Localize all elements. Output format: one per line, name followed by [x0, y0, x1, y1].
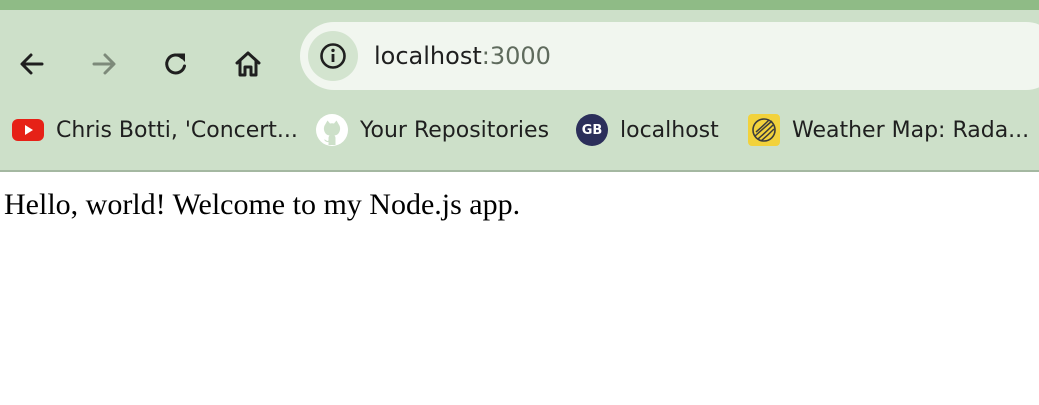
weather-map-icon [748, 114, 780, 146]
reload-button[interactable] [156, 44, 196, 84]
site-info-button[interactable] [308, 31, 358, 81]
bookmark-chris-botti[interactable]: Chris Botti, 'Concert... [12, 112, 298, 148]
bookmark-weather-map[interactable]: Weather Map: Rada... [748, 112, 1029, 148]
page-body-text: Hello, world! Welcome to my Node.js app. [4, 188, 521, 221]
bookmark-label: Chris Botti, 'Concert... [56, 117, 298, 143]
home-icon [235, 51, 261, 77]
site-info-icon [320, 43, 346, 69]
home-button[interactable] [228, 44, 268, 84]
bookmark-your-repositories[interactable]: Your Repositories [316, 112, 549, 148]
gb-avatar-icon: GB [576, 114, 608, 146]
reload-icon [165, 53, 186, 75]
bookmark-localhost[interactable]: GB localhost [576, 112, 719, 148]
back-arrow-icon [20, 53, 44, 75]
github-icon [316, 114, 348, 146]
toolbar-divider [0, 170, 1039, 172]
forward-button[interactable] [84, 44, 124, 84]
browser-toolbar: localhost:3000 Chris Botti, 'Concert... … [0, 10, 1039, 170]
address-url[interactable]: localhost:3000 [374, 36, 551, 76]
youtube-icon [12, 119, 44, 141]
bookmark-label: Your Repositories [360, 117, 550, 143]
forward-arrow-icon [92, 53, 116, 75]
address-port: :3000 [481, 42, 551, 70]
back-button[interactable] [12, 44, 52, 84]
bookmark-label: localhost [620, 117, 719, 143]
bookmark-label: Weather Map: Rada... [792, 117, 1030, 143]
address-host: localhost [374, 42, 482, 70]
window-top-strip [0, 0, 1039, 10]
